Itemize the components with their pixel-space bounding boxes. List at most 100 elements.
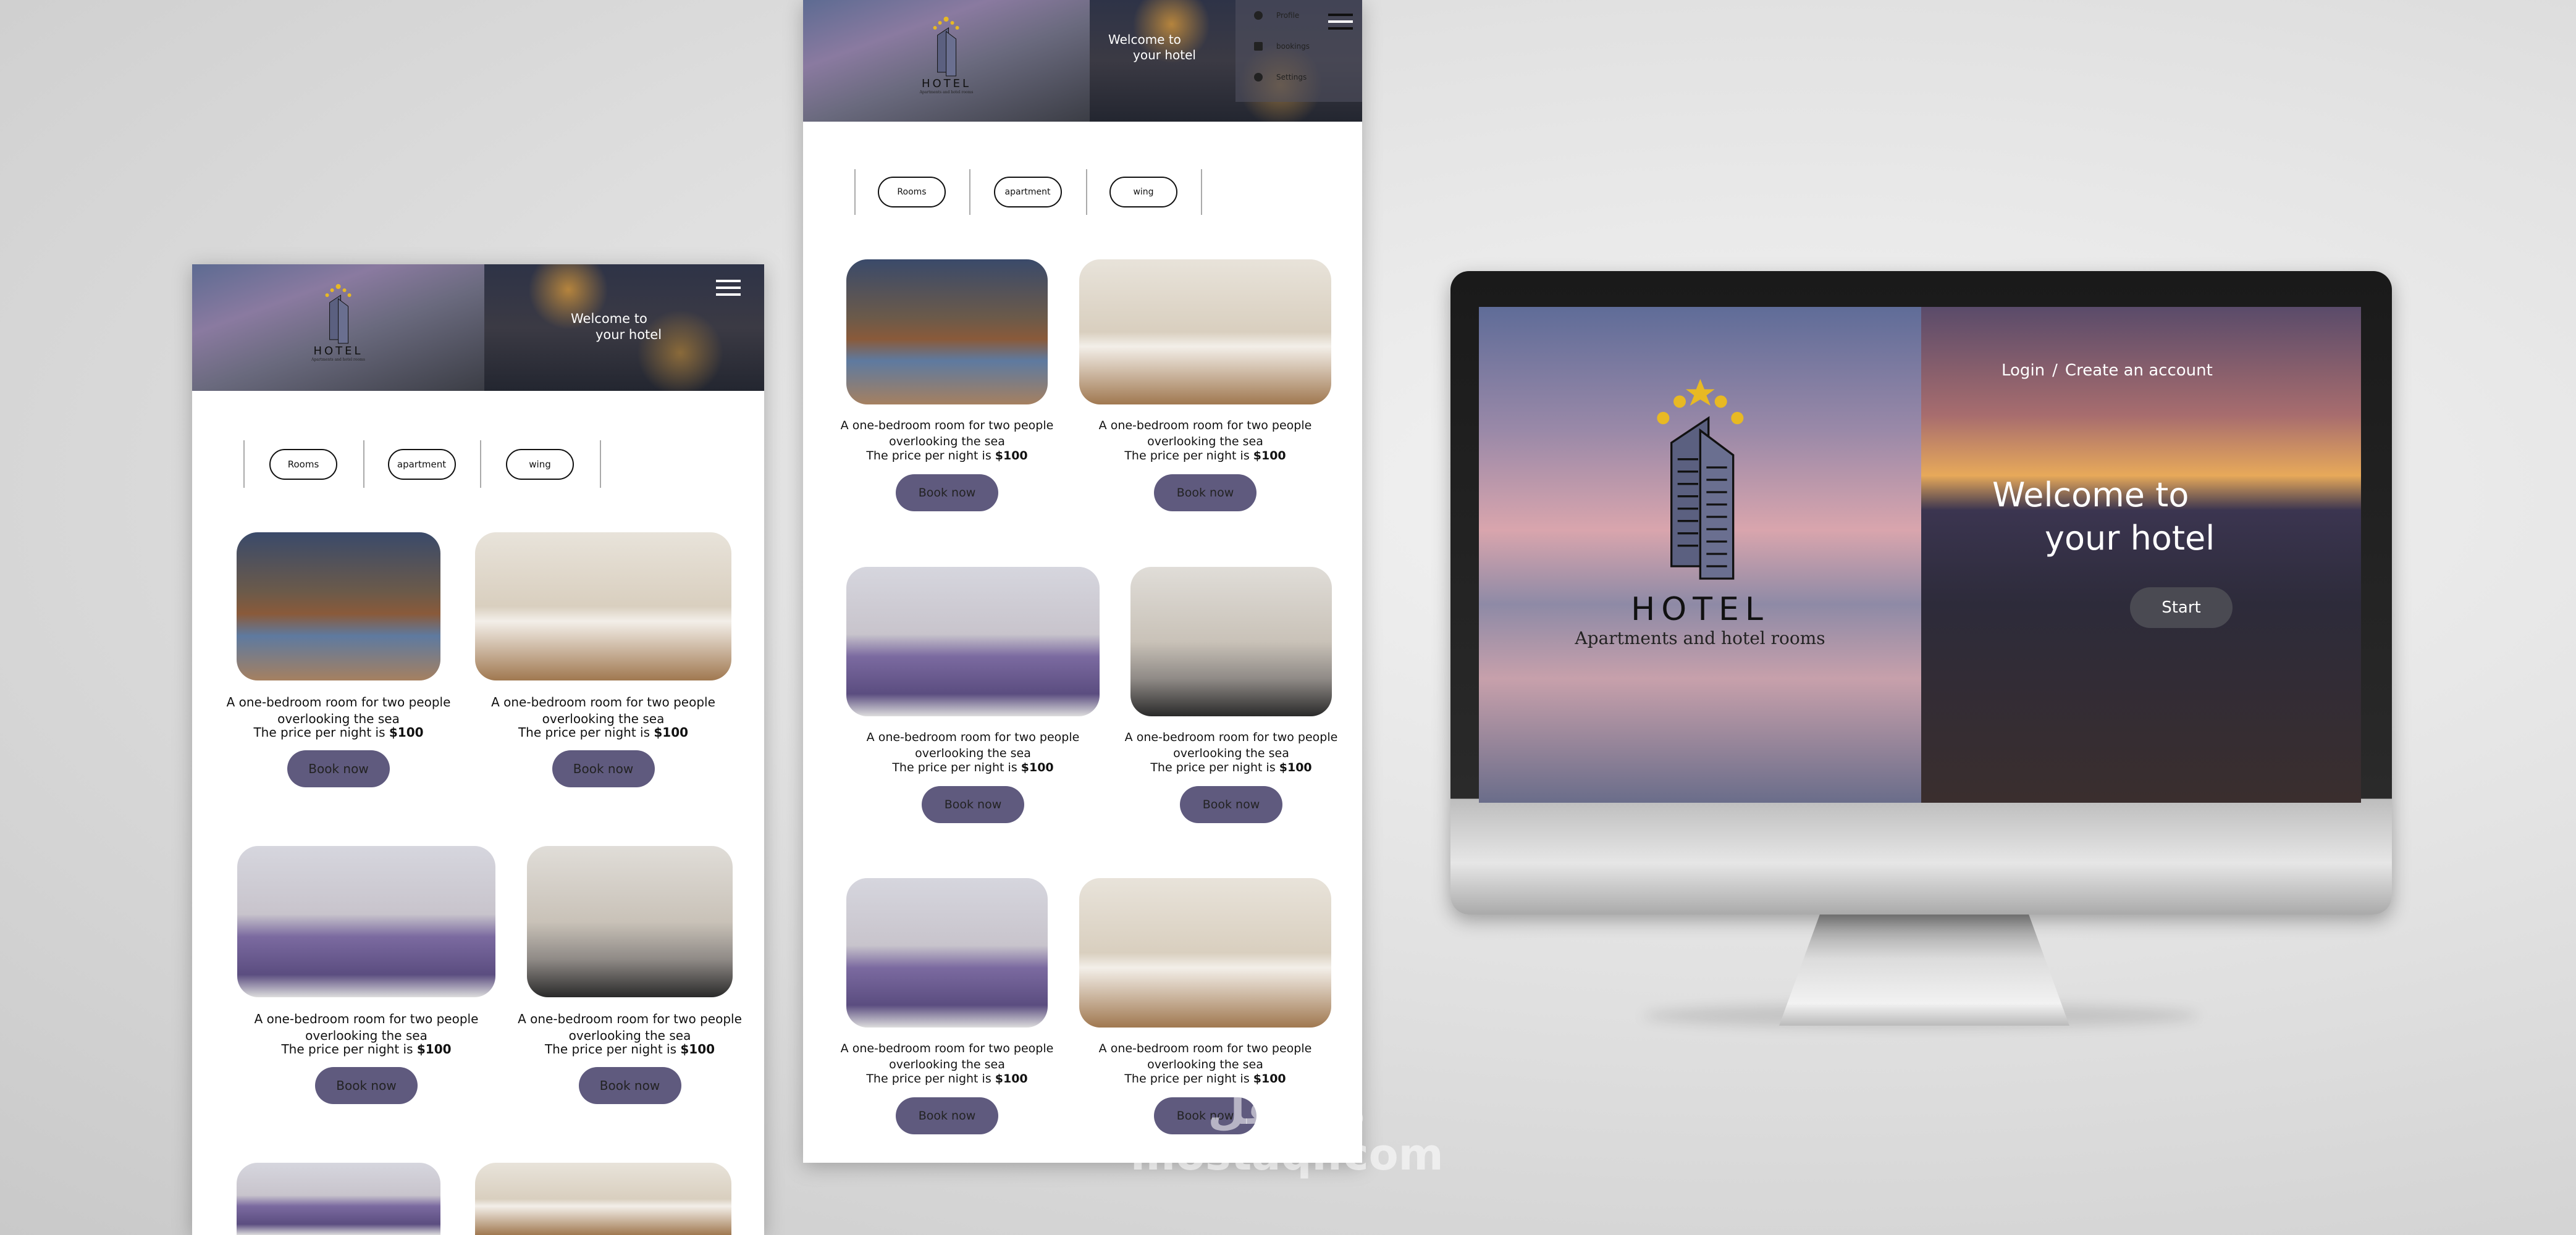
menu-item-label: Profile <box>1276 11 1300 20</box>
welcome-line-2: your hotel <box>596 327 662 343</box>
menu-item-label: bookings <box>1276 42 1310 51</box>
room-price: The price per night is $100 <box>486 725 721 740</box>
header: HOTEL Apartments and hotel rooms Welcome… <box>192 264 764 391</box>
room-photo[interactable] <box>475 532 731 680</box>
logo-panel: HOTEL Apartments and hotel rooms <box>1479 307 1921 803</box>
room-photo[interactable] <box>237 532 440 680</box>
dropdown-menu: Profile bookings Settings <box>1235 0 1362 102</box>
category-divider <box>969 169 970 215</box>
book-now-button[interactable]: Book now <box>896 1097 998 1134</box>
room-description: A one-bedroom room for two people overlo… <box>1098 1042 1312 1071</box>
price-value: $100 <box>680 1042 715 1057</box>
room-price: The price per night is $100 <box>513 1042 747 1057</box>
desktop-screen: HOTEL Apartments and hotel rooms Login /… <box>1479 307 2361 803</box>
category-pill-wing[interactable]: wing <box>506 448 574 480</box>
separator: / <box>2052 361 2058 380</box>
room-description: A one-bedroom room for two people overlo… <box>254 1011 479 1043</box>
header-logo-panel: HOTEL Apartments and hotel rooms <box>803 0 1090 122</box>
book-now-button[interactable]: Book now <box>287 750 390 787</box>
shopping-bag-icon <box>1254 42 1263 51</box>
welcome-line-2: your hotel <box>1133 48 1196 62</box>
hotel-logo: HOTEL Apartments and hotel rooms <box>1575 369 1825 648</box>
auth-links: Login / Create an account <box>2001 361 2213 380</box>
menu-item-label: Settings <box>1276 73 1307 82</box>
gear-icon <box>1254 73 1263 82</box>
welcome-text: Welcome to your hotel <box>571 311 662 343</box>
menu-item-profile[interactable]: Profile <box>1254 11 1299 20</box>
category-pill-Rooms[interactable]: Rooms <box>878 177 946 207</box>
book-now-button[interactable]: Book now <box>315 1067 418 1104</box>
price-value: $100 <box>1279 761 1312 774</box>
hero-panel: Login / Create an account Welcome to you… <box>1921 307 2361 803</box>
room-description: A one-bedroom room for two people overlo… <box>491 695 715 726</box>
room-description: A one-bedroom room for two people overlo… <box>840 419 1054 448</box>
room-photo[interactable] <box>237 1163 440 1235</box>
room-price: The price per night is $100 <box>221 725 456 740</box>
price-label: The price per night is <box>544 1042 681 1057</box>
book-now-button[interactable]: Book now <box>922 786 1024 823</box>
brand-name: HOTEL <box>921 77 972 90</box>
room-photo[interactable] <box>846 567 1100 716</box>
category-pill-Rooms[interactable]: Rooms <box>269 448 337 480</box>
hotel-logo-icon <box>933 17 959 77</box>
book-now-button[interactable]: Book now <box>1154 474 1256 511</box>
create-account-link[interactable]: Create an account <box>2065 361 2213 380</box>
room-photo[interactable] <box>846 259 1048 404</box>
book-now-button[interactable]: Book now <box>896 474 998 511</box>
price-label: The price per night is <box>1124 449 1253 463</box>
hotel-logo-icon <box>325 284 351 344</box>
room-price: The price per night is $100 <box>830 1072 1064 1086</box>
price-value: $100 <box>654 725 689 740</box>
price-label: The price per night is <box>892 761 1021 774</box>
room-photo[interactable] <box>1079 259 1331 404</box>
hamburger-menu-icon[interactable] <box>1328 14 1353 30</box>
price-value: $100 <box>1021 761 1054 774</box>
price-label: The price per night is <box>866 1072 995 1086</box>
watermark-latin: mostaql.com <box>1130 1129 1444 1180</box>
brand-name: HOTEL <box>1631 591 1769 628</box>
category-divider <box>854 169 856 215</box>
welcome-line-1: Welcome to <box>1992 475 2189 514</box>
room-price: The price per night is $100 <box>830 449 1064 463</box>
room-photo[interactable] <box>1079 878 1331 1028</box>
mobile-mockup-middle: HOTEL Apartments and hotel rooms Welcome… <box>803 0 1362 1163</box>
brand-tagline: Apartments and hotel rooms <box>311 358 365 362</box>
hotel-logo-icon <box>1656 379 1743 580</box>
category-pill-wing[interactable]: wing <box>1109 177 1177 207</box>
room-price: The price per night is $100 <box>1088 449 1323 463</box>
book-now-button[interactable]: Book now <box>1180 786 1282 823</box>
book-now-button[interactable]: Book now <box>578 1067 681 1104</box>
menu-item-settings[interactable]: Settings <box>1254 73 1307 82</box>
category-divider <box>480 440 481 488</box>
category-divider <box>363 440 364 488</box>
category-pill-apartment[interactable]: apartment <box>387 448 456 480</box>
room-description: A one-bedroom room for two people overlo… <box>866 731 1080 760</box>
hotel-logo: HOTEL Apartments and hotel rooms <box>311 283 365 362</box>
watermark: مستقل mostaql.com <box>1130 1086 1444 1180</box>
brand-name: HOTEL <box>313 345 363 358</box>
menu-item-bookings[interactable]: bookings <box>1254 42 1310 51</box>
room-description: A one-bedroom room for two people overlo… <box>1124 731 1338 760</box>
user-icon <box>1254 11 1263 20</box>
brand-tagline: Apartments and hotel rooms <box>919 90 974 94</box>
hotel-logo: HOTEL Apartments and hotel rooms <box>919 15 974 94</box>
room-photo[interactable] <box>475 1163 731 1235</box>
header: HOTEL Apartments and hotel rooms Welcome… <box>803 0 1362 122</box>
login-link[interactable]: Login <box>2001 361 2045 380</box>
room-photo[interactable] <box>237 846 495 997</box>
hamburger-menu-icon[interactable] <box>716 280 741 296</box>
category-divider <box>1086 169 1087 215</box>
room-photo[interactable] <box>846 878 1048 1028</box>
category-divider <box>600 440 601 488</box>
mobile-mockup-left: HOTEL Apartments and hotel rooms Welcome… <box>192 264 764 1235</box>
room-description: A one-bedroom room for two people overlo… <box>1098 419 1312 448</box>
room-photo[interactable] <box>527 846 733 997</box>
price-value: $100 <box>1253 449 1286 463</box>
room-description: A one-bedroom room for two people overlo… <box>840 1042 1054 1071</box>
category-divider <box>243 440 245 488</box>
price-value: $100 <box>995 449 1028 463</box>
book-now-button[interactable]: Book now <box>552 750 655 787</box>
category-pill-apartment[interactable]: apartment <box>993 177 1062 207</box>
room-photo[interactable] <box>1130 567 1332 716</box>
start-button[interactable]: Start <box>2130 587 2233 628</box>
